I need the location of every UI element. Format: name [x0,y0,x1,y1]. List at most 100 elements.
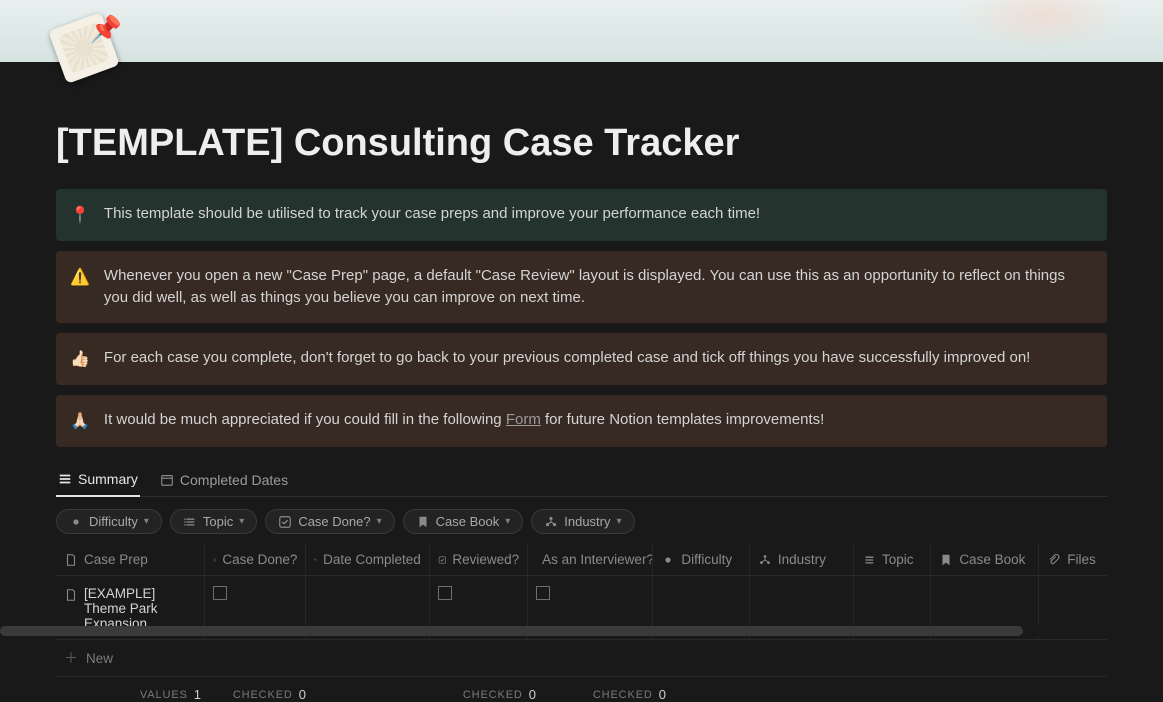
filter-label: Difficulty [89,514,138,529]
view-tabs: Summary Completed Dates [56,465,1107,497]
chevron-down-icon: ▾ [239,516,244,527]
tab-completed-dates[interactable]: Completed Dates [158,465,290,496]
check-icon [278,515,292,529]
col-industry[interactable]: Industry [750,544,854,575]
col-case-prep[interactable]: Case Prep [56,544,205,575]
table-header-row: Case Prep Case Done? Date Completed Revi… [56,544,1107,576]
calendar-icon [314,553,317,567]
page-icon [64,588,78,602]
calendar-icon [160,473,174,487]
thumbs-up-icon: 👍🏻 [70,348,90,371]
form-link[interactable]: Form [506,411,541,428]
footer-date[interactable] [316,687,444,702]
pray-icon: 🙏🏻 [70,410,90,433]
col-difficulty[interactable]: Difficulty [653,544,749,575]
table-footer: VALUES 1 CHECKED 0 CHECKED 0 CHECKED 0 [56,677,1107,702]
checkbox[interactable] [438,586,452,600]
check-icon [213,553,216,567]
callout-text-pre: It would be much appreciated if you coul… [104,411,506,428]
callout-text: For each case you complete, don't forget… [104,347,1030,369]
horizontal-scrollbar[interactable] [0,626,1163,636]
col-label: Difficulty [681,552,732,567]
sun-icon [69,515,83,529]
check-icon [438,553,447,567]
chevron-down-icon: ▾ [144,516,149,527]
col-label: Reviewed? [452,552,519,567]
filter-case-book[interactable]: Case Book ▾ [403,509,524,534]
paperclip-icon [1047,553,1061,567]
filter-industry[interactable]: Industry ▾ [531,509,634,534]
col-label: Files [1067,552,1096,567]
col-date-completed[interactable]: Date Completed [306,544,429,575]
col-reviewed[interactable]: Reviewed? [430,544,528,575]
col-label: Date Completed [323,552,421,567]
tree-icon [544,515,558,529]
new-row-label: New [86,651,113,666]
footer-label: CHECKED [463,689,523,701]
col-topic[interactable]: Topic [854,544,931,575]
page-icon [64,553,78,567]
footer-done[interactable]: CHECKED 0 [211,687,316,702]
callout-text: Whenever you open a new "Case Prep" page… [104,265,1093,309]
new-row-button[interactable]: ＋ New [56,640,1107,677]
footer-value: 0 [299,687,306,702]
bookmark-icon [939,553,953,567]
filter-case-done[interactable]: Case Done? ▾ [265,509,394,534]
tree-icon [758,553,772,567]
checkbox[interactable] [536,586,550,600]
footer-reviewed[interactable]: CHECKED 0 [444,687,546,702]
footer-values[interactable]: VALUES 1 [56,687,211,702]
callout-thumbs[interactable]: 👍🏻 For each case you complete, don't for… [56,333,1107,385]
database-table: Case Prep Case Done? Date Completed Revi… [56,544,1107,702]
col-case-done[interactable]: Case Done? [205,544,306,575]
filter-bar: Difficulty ▾ Topic ▾ Case Done? ▾ Case B… [56,497,1107,544]
pushpin-icon: 📌 [90,14,122,45]
filter-topic[interactable]: Topic ▾ [170,509,257,534]
footer-interviewer[interactable]: CHECKED 0 [546,687,676,702]
page-title[interactable]: [TEMPLATE] Consulting Case Tracker [56,122,1107,165]
col-label: Case Book [959,552,1025,567]
table-icon [58,472,72,486]
chevron-down-icon: ▾ [377,516,382,527]
col-label: Industry [778,552,826,567]
filter-difficulty[interactable]: Difficulty ▾ [56,509,162,534]
footer-label: CHECKED [233,689,293,701]
plus-icon: ＋ [64,648,78,668]
footer-label: VALUES [140,689,188,701]
footer-value: 0 [529,687,536,702]
filter-label: Industry [564,514,610,529]
chevron-down-icon: ▾ [617,516,622,527]
filter-label: Case Done? [298,514,370,529]
col-as-interviewer[interactable]: As an Interviewer? [528,544,653,575]
callout-text: It would be much appreciated if you coul… [104,409,824,431]
callout-pray[interactable]: 🙏🏻 It would be much appreciated if you c… [56,395,1107,447]
tab-summary[interactable]: Summary [56,465,140,497]
bookmark-icon [416,515,430,529]
list-icon [183,515,197,529]
callout-text: This template should be utilised to trac… [104,203,760,225]
cell-value: [EXAMPLE] Theme Park Expansion [84,586,196,631]
col-case-book[interactable]: Case Book [931,544,1039,575]
warning-icon: ⚠️ [70,266,90,289]
col-label: As an Interviewer? [542,552,653,567]
filter-label: Case Book [436,514,500,529]
checkbox[interactable] [213,586,227,600]
list-icon [862,553,876,567]
col-label: Topic [882,552,914,567]
tab-label: Completed Dates [180,472,288,488]
footer-value: 1 [194,687,201,702]
col-files[interactable]: Files [1039,544,1107,575]
pin-icon: 📍 [70,204,90,227]
callout-warning[interactable]: ⚠️ Whenever you open a new "Case Prep" p… [56,251,1107,323]
callout-text-post: for future Notion templates improvements… [541,411,824,428]
tab-label: Summary [78,471,138,487]
col-label: Case Done? [222,552,297,567]
col-label: Case Prep [84,552,148,567]
footer-value: 0 [659,687,666,702]
callout-pin[interactable]: 📍 This template should be utilised to tr… [56,189,1107,241]
cover-image [0,0,1163,62]
scrollbar-thumb[interactable] [0,626,1023,636]
sun-icon [661,553,675,567]
chevron-down-icon: ▾ [505,516,510,527]
page-icon[interactable]: 📌 [56,20,128,92]
